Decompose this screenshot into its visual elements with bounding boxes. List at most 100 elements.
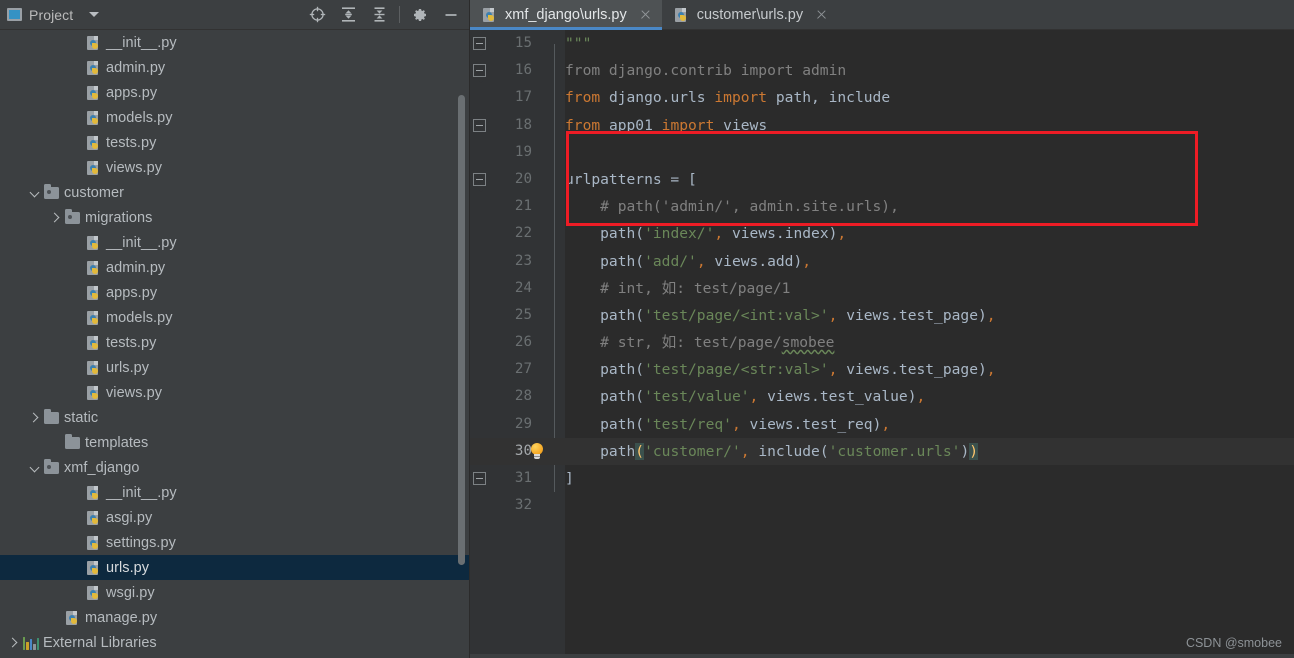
code-line-21[interactable]: 21 # path('admin/', admin.site.urls),	[470, 193, 1294, 220]
tree-row-models-py[interactable]: models.py	[0, 305, 470, 330]
tree-arrow-spacer	[71, 361, 84, 374]
code-line-32[interactable]: 32	[470, 492, 1294, 519]
editor-pane: xmf_django\urls.py customer\urls.py 15 """…	[470, 0, 1294, 658]
code-line-31[interactable]: 31]	[470, 465, 1294, 492]
fold-marker-collapse[interactable]	[473, 64, 486, 78]
tree-item-label: tests.py	[106, 334, 157, 351]
external-libraries-icon	[23, 636, 40, 650]
lightbulb-icon[interactable]	[530, 442, 545, 460]
tree-row-external libraries[interactable]: External Libraries	[0, 630, 470, 655]
fold-marker-end[interactable]	[473, 118, 486, 132]
code-text: path('customer/', include('customer.urls…	[565, 442, 979, 460]
code-text: path('test/page/<int:val>', views.test_p…	[565, 306, 996, 324]
tree-item-label: tests.py	[106, 134, 157, 151]
expand-all-button[interactable]	[333, 2, 364, 28]
editor-tab-1[interactable]: xmf_django\urls.py	[470, 0, 662, 30]
tree-item-label: External Libraries	[43, 634, 157, 651]
tree-row-urls-py[interactable]: urls.py	[0, 355, 470, 380]
tree-row-templates[interactable]: templates	[0, 430, 470, 455]
tree-row-static[interactable]: static	[0, 405, 470, 430]
python-file-icon	[87, 335, 100, 351]
tree-row-__init__-py[interactable]: __init__.py	[0, 230, 470, 255]
tree-row-xmf_django[interactable]: xmf_django	[0, 455, 470, 480]
code-line-22[interactable]: 22 path('index/', views.index),	[470, 220, 1294, 247]
line-number: 25	[514, 306, 532, 323]
tree-row-customer[interactable]: customer	[0, 180, 470, 205]
code-line-20[interactable]: 20 urlpatterns = [	[470, 166, 1294, 193]
project-pane-title-group[interactable]: Project	[7, 6, 100, 23]
code-line-25[interactable]: 25 path('test/page/<int:val>', views.tes…	[470, 302, 1294, 329]
code-line-28[interactable]: 28 path('test/value', views.test_value),	[470, 383, 1294, 410]
code-line-24[interactable]: 24 # int, 如: test/page/1	[470, 275, 1294, 302]
tree-expand-arrow-icon[interactable]	[8, 636, 21, 649]
tree-arrow-spacer	[71, 261, 84, 274]
project-tree-scrollbar[interactable]	[458, 95, 465, 565]
tree-row-urls-py[interactable]: urls.py	[0, 555, 470, 580]
tree-item-label: manage.py	[85, 609, 158, 626]
tree-expand-arrow-icon[interactable]	[29, 186, 42, 199]
tree-row-__init__-py[interactable]: __init__.py	[0, 480, 470, 505]
code-line-15[interactable]: 15 """	[470, 30, 1294, 57]
project-pane-title: Project	[29, 6, 74, 23]
fold-marker-collapse[interactable]	[473, 37, 486, 50]
code-text: path('test/value', views.test_value),	[565, 388, 926, 406]
line-number: 23	[514, 252, 532, 269]
code-line-17[interactable]: 17 from django.urls import path, include	[470, 84, 1294, 111]
tree-expand-arrow-icon[interactable]	[50, 211, 63, 224]
editor-tab-2[interactable]: customer\urls.py	[662, 0, 838, 29]
collapse-all-button[interactable]	[364, 2, 395, 28]
python-file-icon	[87, 485, 100, 501]
chevron-down-icon[interactable]	[89, 12, 100, 17]
locate-target-button[interactable]	[302, 2, 333, 28]
tree-row-migrations[interactable]: migrations	[0, 205, 470, 230]
code-editor[interactable]: 15 """ 16 from django.contrib import admin 1…	[470, 30, 1294, 658]
tree-item-label: models.py	[106, 309, 173, 326]
code-line-23[interactable]: 23 path('add/', views.add),	[470, 248, 1294, 275]
code-line-30[interactable]: 30 path('customer/', include('customer.u…	[470, 437, 1294, 465]
watermark-text: CSDN @smobee	[1185, 636, 1282, 650]
code-line-29[interactable]: 29 path('test/req', views.test_req),	[470, 411, 1294, 438]
close-icon[interactable]	[815, 8, 828, 21]
hide-window-button[interactable]	[435, 2, 466, 28]
code-text: from django.contrib import admin	[565, 62, 847, 80]
tree-row-apps-py[interactable]: apps.py	[0, 80, 470, 105]
tree-row-views-py[interactable]: views.py	[0, 380, 470, 405]
tree-row-settings-py[interactable]: settings.py	[0, 530, 470, 555]
code-text: ]	[565, 470, 574, 487]
tree-row-admin-py[interactable]: admin.py	[0, 55, 470, 80]
tree-row-apps-py[interactable]: apps.py	[0, 280, 470, 305]
project-file-tree[interactable]: __init__.py admin.py apps.py models.py tests…	[0, 30, 470, 658]
close-icon[interactable]	[639, 8, 652, 21]
code-line-26[interactable]: 26 # str, 如: test/page/smobee	[470, 329, 1294, 356]
tree-item-label: urls.py	[106, 559, 150, 576]
gear-icon	[413, 8, 426, 21]
tree-row-tests-py[interactable]: tests.py	[0, 130, 470, 155]
tree-arrow-spacer	[71, 586, 84, 599]
tree-row-views-py[interactable]: views.py	[0, 155, 470, 180]
tree-row-wsgi-py[interactable]: wsgi.py	[0, 580, 470, 605]
code-lines[interactable]: 15 """ 16 from django.contrib import admin 1…	[470, 30, 1294, 658]
toolbar-separator	[399, 6, 400, 23]
tree-row-admin-py[interactable]: admin.py	[0, 255, 470, 280]
tree-row-tests-py[interactable]: tests.py	[0, 330, 470, 355]
python-file-icon	[87, 310, 100, 326]
settings-button[interactable]	[404, 2, 435, 28]
code-line-27[interactable]: 27 path('test/page/<str:val>', views.tes…	[470, 356, 1294, 383]
python-file-icon	[87, 560, 100, 576]
tree-item-label: models.py	[106, 109, 173, 126]
python-file-icon	[87, 260, 100, 276]
fold-marker-end[interactable]	[473, 472, 486, 485]
code-line-19[interactable]: 19	[470, 139, 1294, 166]
tree-expand-arrow-icon[interactable]	[29, 411, 42, 424]
fold-marker-collapse[interactable]	[473, 172, 486, 186]
tree-row-asgi-py[interactable]: asgi.py	[0, 505, 470, 530]
code-line-18[interactable]: 18 from app01 import views	[470, 112, 1294, 139]
tree-row-models-py[interactable]: models.py	[0, 105, 470, 130]
code-line-16[interactable]: 16 from django.contrib import admin	[470, 57, 1294, 84]
tree-expand-arrow-icon[interactable]	[29, 461, 42, 474]
tree-row-manage-py[interactable]: manage.py	[0, 605, 470, 630]
tree-row-__init__-py[interactable]: __init__.py	[0, 30, 470, 55]
editor-bottom-strip	[470, 654, 1294, 658]
python-file-icon	[87, 60, 100, 76]
python-file-icon	[674, 7, 688, 23]
